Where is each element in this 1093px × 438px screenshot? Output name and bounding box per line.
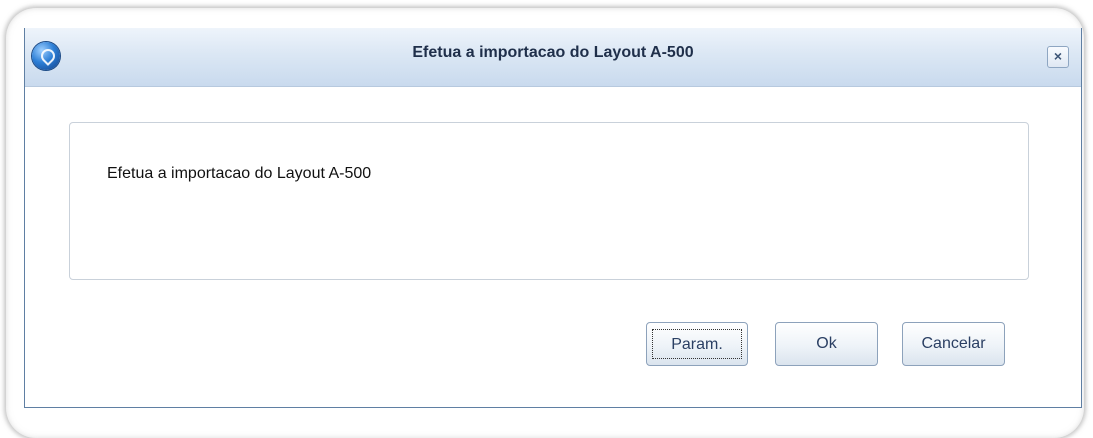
message-text: Efetua a importacao do Layout A-500 — [107, 165, 372, 182]
window-title: Efetua a importacao do Layout A-500 — [412, 44, 694, 61]
cancel-button[interactable]: Cancelar — [902, 322, 1005, 366]
param-button-label: Param. — [652, 329, 742, 359]
close-icon: × — [1053, 48, 1063, 64]
message-panel: Efetua a importacao do Layout A-500 — [69, 122, 1029, 280]
param-button[interactable]: Param. — [646, 322, 748, 366]
ok-button[interactable]: Ok — [775, 322, 878, 366]
dialog-window: Efetua a importacao do Layout A-500 × Ef… — [24, 28, 1082, 408]
close-button[interactable]: × — [1047, 46, 1069, 68]
title-bar[interactable]: Efetua a importacao do Layout A-500 × — [25, 28, 1081, 87]
